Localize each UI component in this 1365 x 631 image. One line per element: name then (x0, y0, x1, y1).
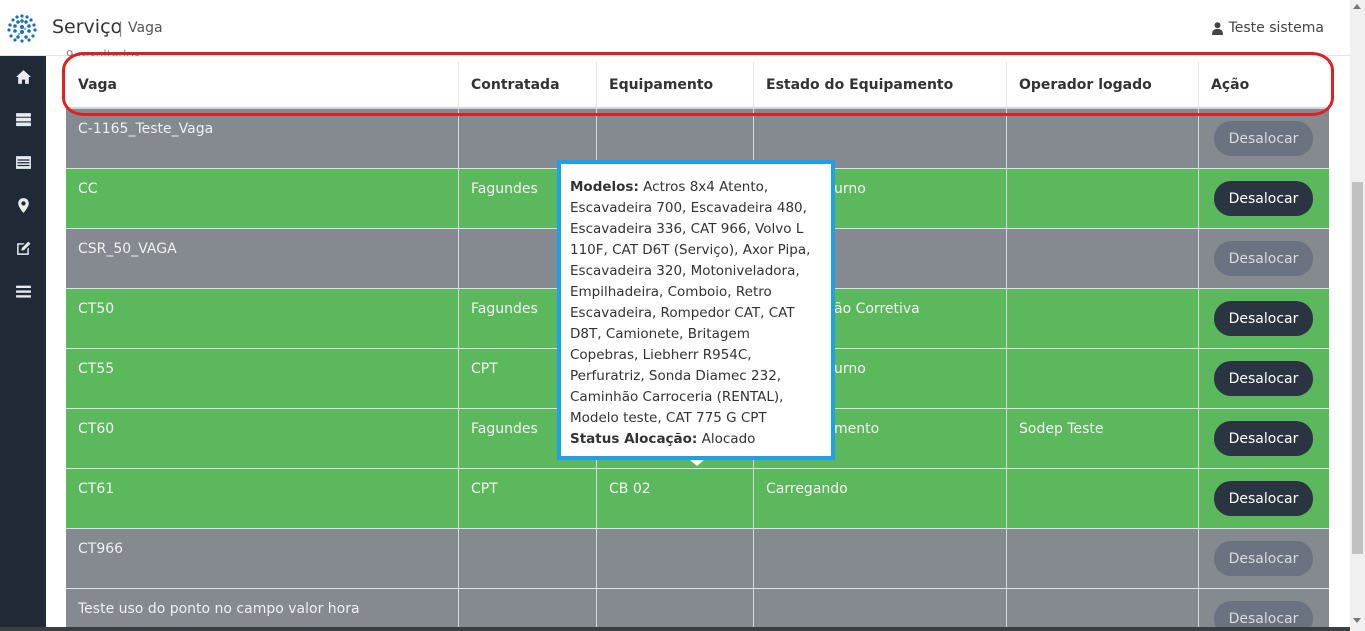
top-header: Serviço | Vaga Teste sistema (0, 0, 1350, 56)
desalocar-button[interactable]: Desalocar (1214, 361, 1313, 396)
cell-contratada (459, 589, 597, 631)
cell-vaga: CT60 (66, 409, 459, 469)
desalocar-button[interactable]: Desalocar (1214, 301, 1313, 336)
vertical-scrollbar[interactable] (1350, 0, 1365, 631)
header-equipamento[interactable]: Equipamento (597, 62, 754, 108)
cell-vaga: CT55 (66, 349, 459, 409)
header-operador[interactable]: Operador logado (1007, 62, 1199, 108)
list-card-icon[interactable] (12, 151, 34, 173)
cell-estado (754, 589, 1007, 631)
tooltip-status-value: Alocado (701, 431, 756, 447)
tooltip-models-label: Modelos: (570, 179, 639, 195)
cell-vaga: CT50 (66, 289, 459, 349)
menu-icon[interactable] (12, 280, 34, 302)
app-logo[interactable] (5, 12, 39, 46)
tooltip-status-label: Status Alocação: (570, 431, 698, 447)
desalocar-button[interactable]: Desalocar (1214, 421, 1313, 456)
models-tooltip: Modelos: Actros 8x4 Atento, Escavadeira … (557, 160, 835, 460)
cell-contratada (459, 529, 597, 589)
cell-equipamento (597, 589, 754, 631)
cell-operador (1007, 349, 1199, 409)
cell-vaga: CC (66, 169, 459, 229)
user-menu[interactable]: Teste sistema (1211, 20, 1324, 36)
cell-operador (1007, 529, 1199, 589)
title-separator: | (118, 19, 124, 37)
cell-operador (1007, 109, 1199, 169)
cell-vaga: CT61 (66, 469, 459, 529)
tooltip-models-value: Actros 8x4 Atento, Escavadeira 700, Esca… (570, 179, 811, 426)
sidebar (0, 56, 46, 631)
cell-operador (1007, 169, 1199, 229)
cell-contratada: CPT (459, 469, 597, 529)
cell-equipamento (597, 529, 754, 589)
horizontal-scrollbar[interactable] (0, 627, 1350, 631)
cell-vaga: C-1165_Teste_Vaga (66, 109, 459, 169)
cell-operador (1007, 469, 1199, 529)
table-row[interactable]: CT61 CPT CB 02 Carregando Desalocar (66, 469, 1329, 529)
header-estado[interactable]: Estado do Equipamento (754, 62, 1007, 108)
header-vaga[interactable]: Vaga (66, 62, 459, 108)
server-icon[interactable] (12, 108, 34, 130)
scroll-down-arrow-icon[interactable] (1353, 618, 1361, 623)
results-caption: 9 resultados (66, 48, 140, 56)
page-subtitle: Vaga (128, 20, 163, 36)
cell-operador (1007, 589, 1199, 631)
cell-vaga: Teste uso do ponto no campo valor hora (66, 589, 459, 631)
app-title: Serviço (52, 16, 123, 38)
cell-operador: Sodep Teste (1007, 409, 1199, 469)
desalocar-button[interactable]: Desalocar (1214, 541, 1313, 576)
user-icon (1211, 21, 1223, 35)
desalocar-button[interactable]: Desalocar (1214, 241, 1313, 276)
header-acao: Ação (1211, 77, 1250, 93)
cell-estado: Carregando (754, 469, 1007, 529)
cell-vaga: CSR_50_VAGA (66, 229, 459, 289)
user-name: Teste sistema (1228, 20, 1324, 36)
desalocar-button[interactable]: Desalocar (1214, 481, 1313, 516)
scroll-up-arrow-icon[interactable] (1353, 4, 1361, 9)
tooltip-arrow (690, 460, 704, 466)
table-row[interactable]: Teste uso do ponto no campo valor hora D… (66, 589, 1329, 631)
desalocar-button[interactable]: Desalocar (1214, 121, 1313, 156)
desalocar-button[interactable]: Desalocar (1214, 181, 1313, 216)
header-contratada[interactable]: Contratada (459, 62, 597, 108)
home-icon[interactable] (12, 66, 34, 88)
table-row[interactable]: CT966 Desalocar (66, 529, 1329, 589)
cell-operador (1007, 289, 1199, 349)
edit-icon[interactable] (12, 237, 34, 259)
map-marker-icon[interactable] (12, 194, 34, 216)
cell-operador (1007, 229, 1199, 289)
cell-vaga: CT966 (66, 529, 459, 589)
cell-estado (754, 529, 1007, 589)
scrollbar-thumb[interactable] (1352, 182, 1363, 554)
table-header: Vaga Contratada Equipamento Estado do Eq… (66, 62, 1329, 109)
cell-equipamento: CB 02 (597, 469, 754, 529)
